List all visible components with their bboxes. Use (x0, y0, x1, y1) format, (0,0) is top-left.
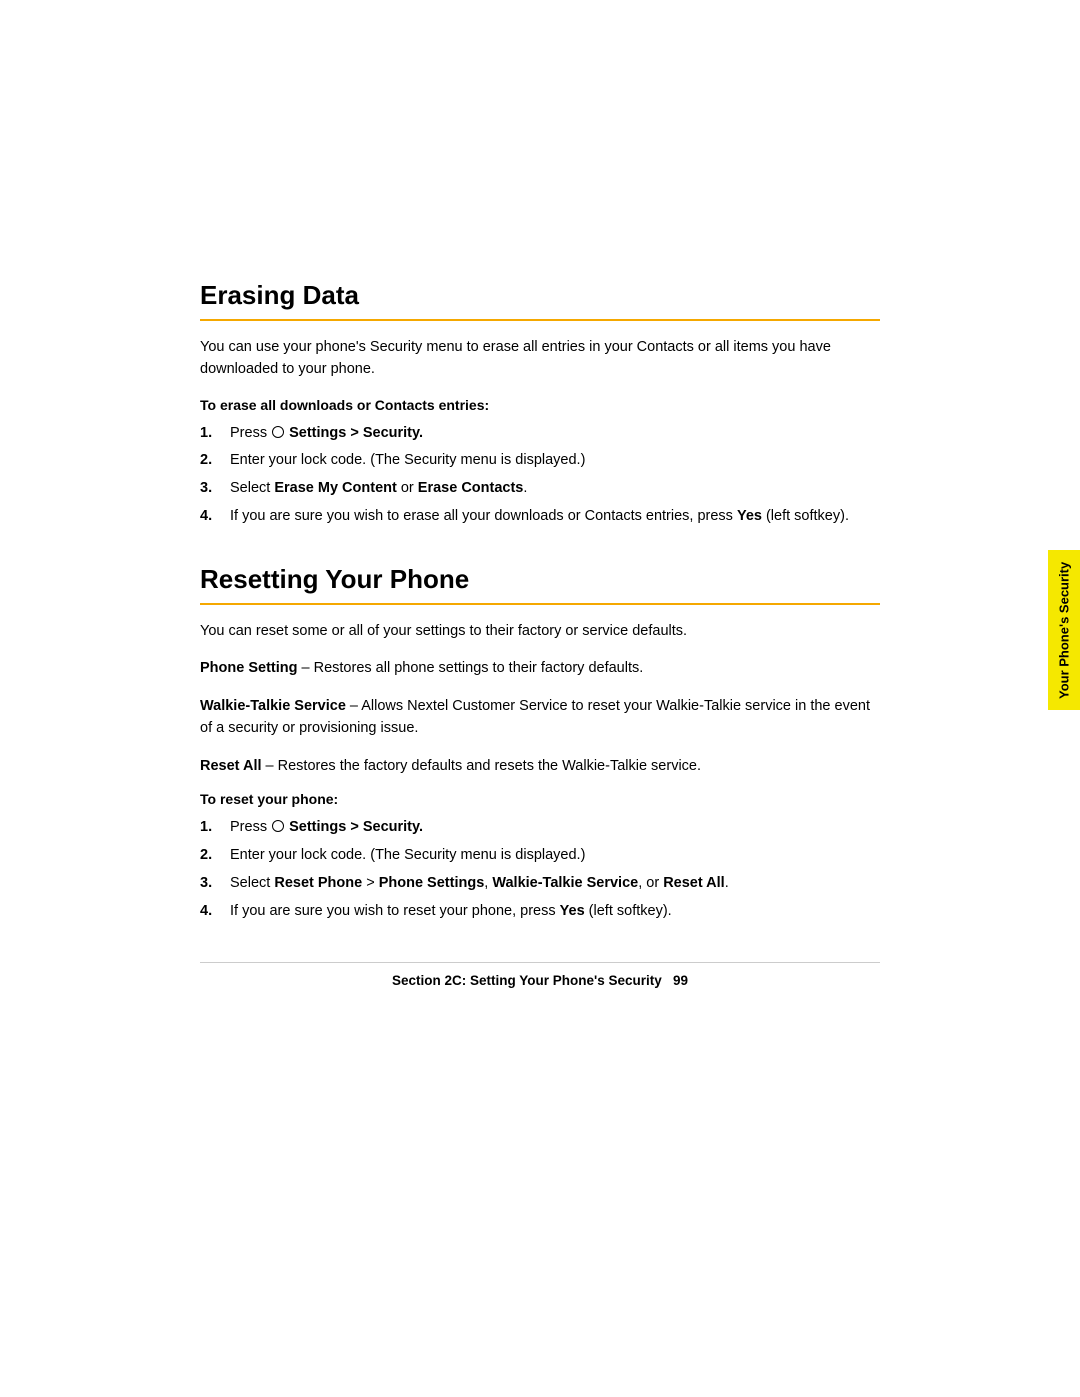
erasing-data-title: Erasing Data (200, 280, 880, 321)
erasing-step-4: 4. If you are sure you wish to erase all… (200, 506, 880, 528)
reset-all-bold: Reset All (663, 875, 725, 891)
def-desc-phone-setting: Restores all phone settings to their fac… (314, 660, 644, 676)
definition-phone-setting: Phone Setting – Restores all phone setti… (200, 658, 880, 680)
erasing-data-intro: You can use your phone's Security menu t… (200, 337, 880, 381)
to-reset-heading: To reset your phone: (200, 791, 880, 807)
def-desc-reset-all: Restores the factory defaults and resets… (278, 758, 701, 774)
reset-step-num-2: 2. (200, 845, 212, 867)
resetting-step-3: 3. Select Reset Phone > Phone Settings, … (200, 873, 880, 895)
resetting-step-2: 2. Enter your lock code. (The Security m… (200, 845, 880, 867)
resetting-step-4: 4. If you are sure you wish to reset you… (200, 901, 880, 923)
reset-step-num-4: 4. (200, 901, 212, 923)
step-num-3: 3. (200, 478, 212, 500)
step-num-1: 1. (200, 423, 212, 445)
content-area: Erasing Data You can use your phone's Se… (200, 0, 880, 1397)
erasing-step-4-text: If you are sure you wish to erase all yo… (230, 508, 849, 524)
footer-section-label: Section 2C: Setting Your Phone's Securit… (392, 973, 662, 988)
erasing-step-1-text: Press Settings > Security. (230, 425, 423, 441)
def-term-walkie-talkie: Walkie-Talkie Service (200, 698, 346, 714)
erasing-data-section: Erasing Data You can use your phone's Se… (200, 280, 880, 528)
def-term-reset-all: Reset All (200, 758, 262, 774)
walkie-talkie-service-bold: Walkie-Talkie Service (492, 875, 638, 891)
side-tab: Your Phone's Security (1048, 550, 1080, 710)
definition-reset-all: Reset All – Restores the factory default… (200, 756, 880, 778)
erasing-step-2-text: Enter your lock code. (The Security menu… (230, 452, 585, 468)
resetting-step-4-text: If you are sure you wish to reset your p… (230, 903, 672, 919)
resetting-step-2-text: Enter your lock code. (The Security menu… (230, 847, 585, 863)
def-sep-1: – (297, 660, 313, 676)
erasing-step-1: 1. Press Settings > Security. (200, 423, 880, 445)
phone-settings-bold: Phone Settings (379, 875, 485, 891)
erasing-step-1-bold: Settings > Security. (285, 425, 423, 441)
erasing-steps-list: 1. Press Settings > Security. 2. Enter y… (200, 423, 880, 528)
resetting-phone-section: Resetting Your Phone You can reset some … (200, 564, 880, 989)
yes-softkey-erase: Yes (737, 508, 762, 524)
footer-page-num: 99 (673, 973, 688, 988)
erasing-step-2: 2. Enter your lock code. (The Security m… (200, 450, 880, 472)
reset-step-num-3: 3. (200, 873, 212, 895)
reset-phone-bold: Reset Phone (274, 875, 362, 891)
erasing-instruction-heading: To erase all downloads or Contacts entri… (200, 397, 880, 413)
reset-step-num-1: 1. (200, 817, 212, 839)
erase-contacts: Erase Contacts (418, 480, 524, 496)
resetting-steps-list: 1. Press Settings > Security. 2. Enter y… (200, 817, 880, 922)
erasing-step-3-text: Select Erase My Content or Erase Contact… (230, 480, 527, 496)
resetting-step-1: 1. Press Settings > Security. (200, 817, 880, 839)
def-sep-2: – (346, 698, 361, 714)
page-footer: Section 2C: Setting Your Phone's Securit… (200, 962, 880, 988)
page-container: Your Phone's Security Erasing Data You c… (0, 0, 1080, 1397)
resetting-step-3-text: Select Reset Phone > Phone Settings, Wal… (230, 875, 729, 891)
resetting-step-1-text: Press Settings > Security. (230, 819, 423, 835)
step-num-4: 4. (200, 506, 212, 528)
resetting-step-1-bold: Settings > Security. (285, 819, 423, 835)
yes-softkey-reset: Yes (560, 903, 585, 919)
erase-my-content: Erase My Content (274, 480, 396, 496)
definition-walkie-talkie: Walkie-Talkie Service – Allows Nextel Cu… (200, 696, 880, 740)
erasing-step-3: 3. Select Erase My Content or Erase Cont… (200, 478, 880, 500)
step-num-2: 2. (200, 450, 212, 472)
circle-icon-2 (272, 820, 284, 832)
def-sep-3: – (262, 758, 278, 774)
def-term-phone-setting: Phone Setting (200, 660, 297, 676)
side-tab-label: Your Phone's Security (1057, 561, 1072, 698)
resetting-phone-title: Resetting Your Phone (200, 564, 880, 605)
circle-icon-1 (272, 426, 284, 438)
resetting-phone-intro: You can reset some or all of your settin… (200, 621, 880, 643)
